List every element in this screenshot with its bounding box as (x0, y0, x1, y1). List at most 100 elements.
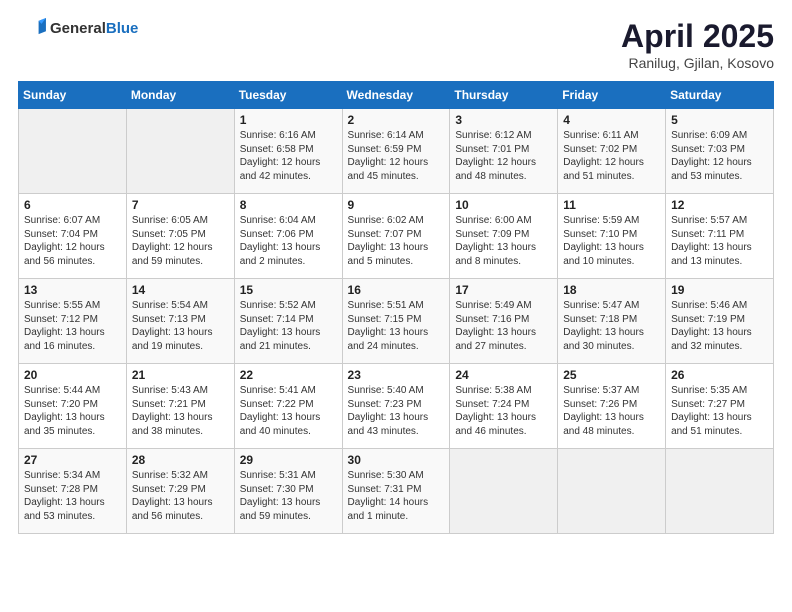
calendar-cell (558, 449, 666, 534)
day-detail: Sunrise: 5:44 AM Sunset: 7:20 PM Dayligh… (24, 385, 105, 437)
day-detail: Sunrise: 6:12 AM Sunset: 7:01 PM Dayligh… (455, 130, 536, 182)
logo-blue: Blue (106, 20, 139, 37)
calendar-cell: 19Sunrise: 5:46 AM Sunset: 7:19 PM Dayli… (666, 279, 774, 364)
calendar-cell: 18 Sunrise: 5:47 AM Sunset: 7:18 PM Dayli… (558, 279, 666, 364)
weekday-header-monday: Monday (126, 82, 234, 109)
day-number: 22 (240, 368, 337, 382)
day-detail: Sunrise: 5:32 AM Sunset: 7:29 PM Dayligh… (132, 470, 213, 522)
day-number: 3 (455, 113, 552, 127)
day-number: 17 (455, 283, 552, 297)
calendar-cell: 7 Sunrise: 6:05 AM Sunset: 7:05 PM Daylig… (126, 194, 234, 279)
day-detail: Sunrise: 5:35 AM Sunset: 7:27 PM Dayligh… (671, 385, 752, 437)
weekday-header-row: SundayMondayTuesdayWednesdayThursdayFrid… (19, 82, 774, 109)
header: GeneralBlue April 2025 Ranilug, Gjilan, … (18, 18, 774, 71)
day-number: 27 (24, 453, 121, 467)
calendar-table: SundayMondayTuesdayWednesdayThursdayFrid… (18, 81, 774, 534)
day-number: 10 (455, 198, 552, 212)
day-number: 15 (240, 283, 337, 297)
day-detail: Sunrise: 5:43 AM Sunset: 7:21 PM Dayligh… (132, 385, 213, 437)
calendar-cell: 24 Sunrise: 5:38 AM Sunset: 7:24 PM Dayli… (450, 364, 558, 449)
week-row-4: 20 Sunrise: 5:44 AM Sunset: 7:20 PM Dayli… (19, 364, 774, 449)
day-detail: Sunrise: 5:40 AM Sunset: 7:23 PM Dayligh… (348, 385, 429, 437)
calendar-cell: 9 Sunrise: 6:02 AM Sunset: 7:07 PM Daylig… (342, 194, 450, 279)
calendar-cell: 5 Sunrise: 6:09 AM Sunset: 7:03 PM Daylig… (666, 109, 774, 194)
calendar-cell: 3 Sunrise: 6:12 AM Sunset: 7:01 PM Daylig… (450, 109, 558, 194)
calendar-cell: 8 Sunrise: 6:04 AM Sunset: 7:06 PM Daylig… (234, 194, 342, 279)
calendar-cell: 1 Sunrise: 6:16 AM Sunset: 6:58 PM Daylig… (234, 109, 342, 194)
day-detail: Sunrise: 5:52 AM Sunset: 7:14 PM Dayligh… (240, 300, 321, 352)
day-number: 14 (132, 283, 229, 297)
day-number: 13 (24, 283, 121, 297)
calendar-cell: 22Sunrise: 5:41 AM Sunset: 7:22 PM Dayli… (234, 364, 342, 449)
day-number: 5 (671, 113, 768, 127)
calendar-cell: 6 Sunrise: 6:07 AM Sunset: 7:04 PM Daylig… (19, 194, 127, 279)
day-number: 25 (563, 368, 660, 382)
week-row-3: 13 Sunrise: 5:55 AM Sunset: 7:12 PM Dayli… (19, 279, 774, 364)
calendar-cell: 28 Sunrise: 5:32 AM Sunset: 7:29 PM Dayli… (126, 449, 234, 534)
day-detail: Sunrise: 6:07 AM Sunset: 7:04 PM Dayligh… (24, 215, 105, 267)
day-detail: Sunrise: 5:54 AM Sunset: 7:13 PM Dayligh… (132, 300, 213, 352)
calendar-cell: 25 Sunrise: 5:37 AM Sunset: 7:26 PM Dayli… (558, 364, 666, 449)
day-detail: Sunrise: 5:34 AM Sunset: 7:28 PM Dayligh… (24, 470, 105, 522)
day-detail: Sunrise: 6:09 AM Sunset: 7:03 PM Dayligh… (671, 130, 752, 182)
calendar-cell: 20 Sunrise: 5:44 AM Sunset: 7:20 PM Dayli… (19, 364, 127, 449)
day-number: 4 (563, 113, 660, 127)
calendar-cell: 15 Sunrise: 5:52 AM Sunset: 7:14 PM Dayli… (234, 279, 342, 364)
day-detail: Sunrise: 6:04 AM Sunset: 7:06 PM Dayligh… (240, 215, 321, 267)
day-detail: Sunrise: 5:47 AM Sunset: 7:18 PM Dayligh… (563, 300, 644, 352)
day-number: 6 (24, 198, 121, 212)
week-row-2: 6 Sunrise: 6:07 AM Sunset: 7:04 PM Daylig… (19, 194, 774, 279)
day-detail: Sunrise: 6:02 AM Sunset: 7:07 PM Dayligh… (348, 215, 429, 267)
day-detail: Sunrise: 5:59 AM Sunset: 7:10 PM Dayligh… (563, 215, 644, 267)
day-detail: Sunrise: 6:14 AM Sunset: 6:59 PM Dayligh… (348, 130, 429, 182)
day-detail: Sunrise: 5:37 AM Sunset: 7:26 PM Dayligh… (563, 385, 644, 437)
weekday-header-tuesday: Tuesday (234, 82, 342, 109)
day-detail: Sunrise: 6:16 AM Sunset: 6:58 PM Dayligh… (240, 130, 321, 182)
calendar-cell: 21 Sunrise: 5:43 AM Sunset: 7:21 PM Dayli… (126, 364, 234, 449)
day-number: 7 (132, 198, 229, 212)
day-detail: Sunrise: 6:00 AM Sunset: 7:09 PM Dayligh… (455, 215, 536, 267)
weekday-header-thursday: Thursday (450, 82, 558, 109)
calendar-cell: 2Sunrise: 6:14 AM Sunset: 6:59 PM Daylig… (342, 109, 450, 194)
day-detail: Sunrise: 5:49 AM Sunset: 7:16 PM Dayligh… (455, 300, 536, 352)
day-detail: Sunrise: 5:30 AM Sunset: 7:31 PM Dayligh… (348, 470, 429, 522)
day-number: 11 (563, 198, 660, 212)
calendar-cell: 29 Sunrise: 5:31 AM Sunset: 7:30 PM Dayli… (234, 449, 342, 534)
calendar-cell (666, 449, 774, 534)
day-detail: Sunrise: 5:38 AM Sunset: 7:24 PM Dayligh… (455, 385, 536, 437)
calendar-cell: 13 Sunrise: 5:55 AM Sunset: 7:12 PM Dayli… (19, 279, 127, 364)
calendar-cell (126, 109, 234, 194)
calendar-cell: 23 Sunrise: 5:40 AM Sunset: 7:23 PM Dayli… (342, 364, 450, 449)
day-number: 21 (132, 368, 229, 382)
day-number: 24 (455, 368, 552, 382)
day-number: 28 (132, 453, 229, 467)
calendar-cell: 30Sunrise: 5:30 AM Sunset: 7:31 PM Dayli… (342, 449, 450, 534)
calendar-cell: 4 Sunrise: 6:11 AM Sunset: 7:02 PM Daylig… (558, 109, 666, 194)
calendar-page: GeneralBlue April 2025 Ranilug, Gjilan, … (0, 0, 792, 612)
weekday-header-saturday: Saturday (666, 82, 774, 109)
day-number: 9 (348, 198, 445, 212)
day-detail: Sunrise: 5:55 AM Sunset: 7:12 PM Dayligh… (24, 300, 105, 352)
weekday-header-sunday: Sunday (19, 82, 127, 109)
day-detail: Sunrise: 6:11 AM Sunset: 7:02 PM Dayligh… (563, 130, 644, 182)
day-detail: Sunrise: 5:46 AM Sunset: 7:19 PM Dayligh… (671, 300, 752, 352)
day-number: 29 (240, 453, 337, 467)
day-number: 18 (563, 283, 660, 297)
day-number: 1 (240, 113, 337, 127)
calendar-cell: 27 Sunrise: 5:34 AM Sunset: 7:28 PM Dayli… (19, 449, 127, 534)
title-block: April 2025 Ranilug, Gjilan, Kosovo (621, 18, 774, 71)
day-number: 20 (24, 368, 121, 382)
calendar-location: Ranilug, Gjilan, Kosovo (621, 55, 774, 71)
week-row-5: 27 Sunrise: 5:34 AM Sunset: 7:28 PM Dayli… (19, 449, 774, 534)
day-detail: Sunrise: 6:05 AM Sunset: 7:05 PM Dayligh… (132, 215, 213, 267)
calendar-cell: 10 Sunrise: 6:00 AM Sunset: 7:09 PM Dayli… (450, 194, 558, 279)
calendar-cell: 26Sunrise: 5:35 AM Sunset: 7:27 PM Dayli… (666, 364, 774, 449)
day-number: 8 (240, 198, 337, 212)
logo-text: GeneralBlue (50, 20, 138, 38)
day-detail: Sunrise: 5:31 AM Sunset: 7:30 PM Dayligh… (240, 470, 321, 522)
calendar-cell (450, 449, 558, 534)
calendar-cell (19, 109, 127, 194)
calendar-cell: 11 Sunrise: 5:59 AM Sunset: 7:10 PM Dayli… (558, 194, 666, 279)
day-number: 23 (348, 368, 445, 382)
calendar-cell: 12Sunrise: 5:57 AM Sunset: 7:11 PM Dayli… (666, 194, 774, 279)
